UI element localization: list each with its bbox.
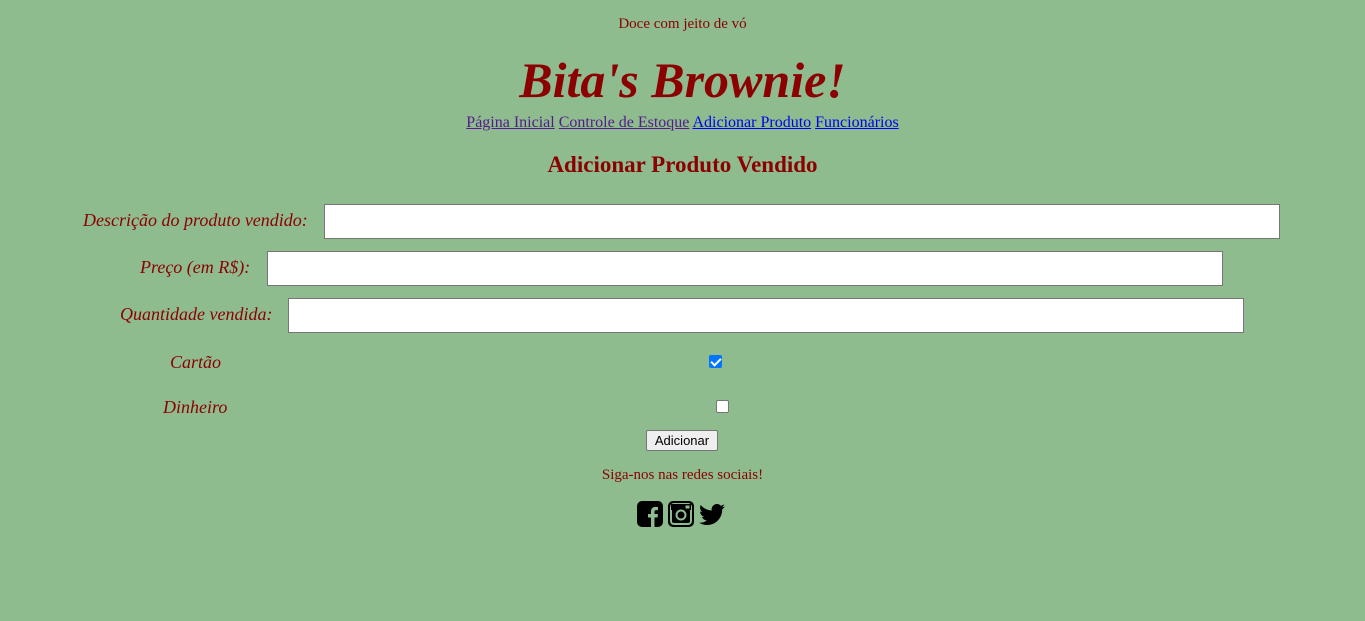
tagline: Doce com jeito de vó — [618, 16, 747, 32]
twitter-icon[interactable] — [698, 500, 726, 528]
quantity-input[interactable] — [288, 298, 1244, 333]
brand-title: Bita's Brownie! — [519, 52, 846, 108]
price-label: Preço (em R$): — [140, 257, 251, 277]
form-title: Adicionar Produto Vendido — [547, 152, 818, 177]
quantity-label: Quantidade vendida: — [120, 304, 273, 324]
social-icons — [636, 500, 726, 528]
cash-checkbox[interactable] — [716, 400, 729, 413]
social-text: Siga-nos nas redes sociais! — [601, 467, 764, 483]
cash-label: Dinheiro — [163, 397, 228, 417]
nav-link-stock-control[interactable]: Controle de Estoque — [559, 114, 690, 131]
nav-link-employees[interactable]: Funcionários — [815, 114, 899, 131]
description-input[interactable] — [324, 204, 1280, 239]
nav-link-home[interactable]: Página Inicial — [466, 114, 554, 131]
facebook-icon[interactable] — [636, 500, 664, 528]
page: Doce com jeito de vó Bita's Brownie! Pág… — [0, 0, 1365, 621]
add-button[interactable]: Adicionar — [646, 430, 718, 451]
description-label: Descrição do produto vendido: — [83, 210, 308, 230]
price-input[interactable] — [267, 251, 1223, 286]
main-nav: Página Inicial Controle de Estoque Adici… — [0, 114, 1365, 132]
card-label: Cartão — [170, 352, 222, 372]
nav-link-add-product[interactable]: Adicionar Produto — [692, 114, 811, 131]
instagram-icon[interactable] — [667, 500, 695, 528]
card-checkbox[interactable] — [709, 355, 722, 368]
